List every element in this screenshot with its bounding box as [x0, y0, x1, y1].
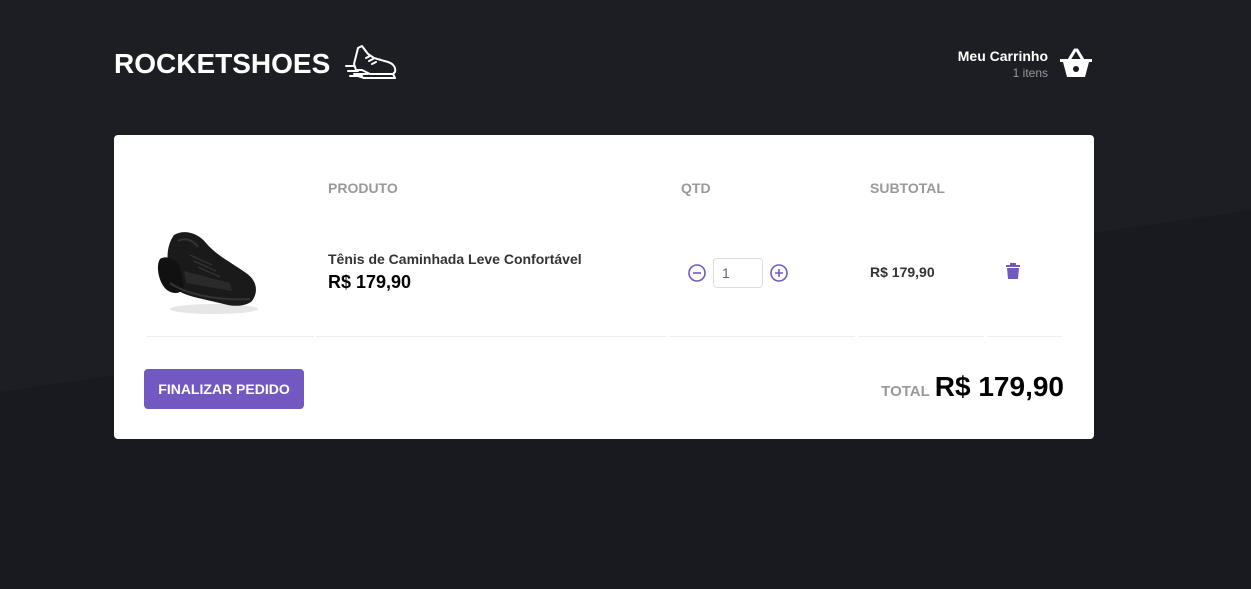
header-product: PRODUTO [328, 180, 398, 196]
row-divider [146, 336, 314, 337]
total-value: R$ 179,90 [934, 371, 1064, 402]
cart-title: Meu Carrinho [957, 48, 1048, 64]
header-quantity: QTD [681, 180, 711, 196]
order-total: TOTAL R$ 179,90 [881, 371, 1064, 403]
quantity-stepper [687, 258, 789, 288]
header-subtotal: SUBTOTAL [870, 180, 945, 196]
decrement-icon[interactable] [687, 263, 707, 283]
row-divider [669, 336, 855, 337]
row-divider [987, 336, 1062, 337]
quantity-input[interactable] [713, 258, 763, 288]
product-price: R$ 179,90 [328, 272, 412, 292]
cart-link[interactable]: Meu Carrinho 1 itens [958, 46, 1094, 82]
product-image [157, 232, 258, 314]
header: ROCKETSHOES Meu Carrinho 1 itens [114, 40, 1094, 100]
logo-text: ROCKETSHOES [114, 48, 331, 79]
running-shoe-icon [345, 45, 397, 79]
row-subtotal: R$ 179,90 [870, 264, 935, 280]
product-title: Tênis de Caminhada Leve Confortável [328, 251, 582, 267]
row-divider [316, 336, 666, 337]
cart-summary: Meu Carrinho 1 itens [958, 48, 1048, 80]
basket-icon [1060, 48, 1092, 77]
total-label: TOTAL [881, 383, 930, 400]
row-divider [858, 336, 984, 337]
increment-icon[interactable] [769, 263, 789, 283]
trash-icon[interactable] [1005, 262, 1021, 280]
cart-container: PRODUTO QTD SUBTOTAL Tênis de Caminhada … [114, 135, 1094, 439]
finalize-order-button[interactable]: Finalizar pedido [144, 369, 304, 409]
logo[interactable]: ROCKETSHOES [114, 44, 398, 84]
cart-count: 1 itens [1012, 66, 1048, 80]
